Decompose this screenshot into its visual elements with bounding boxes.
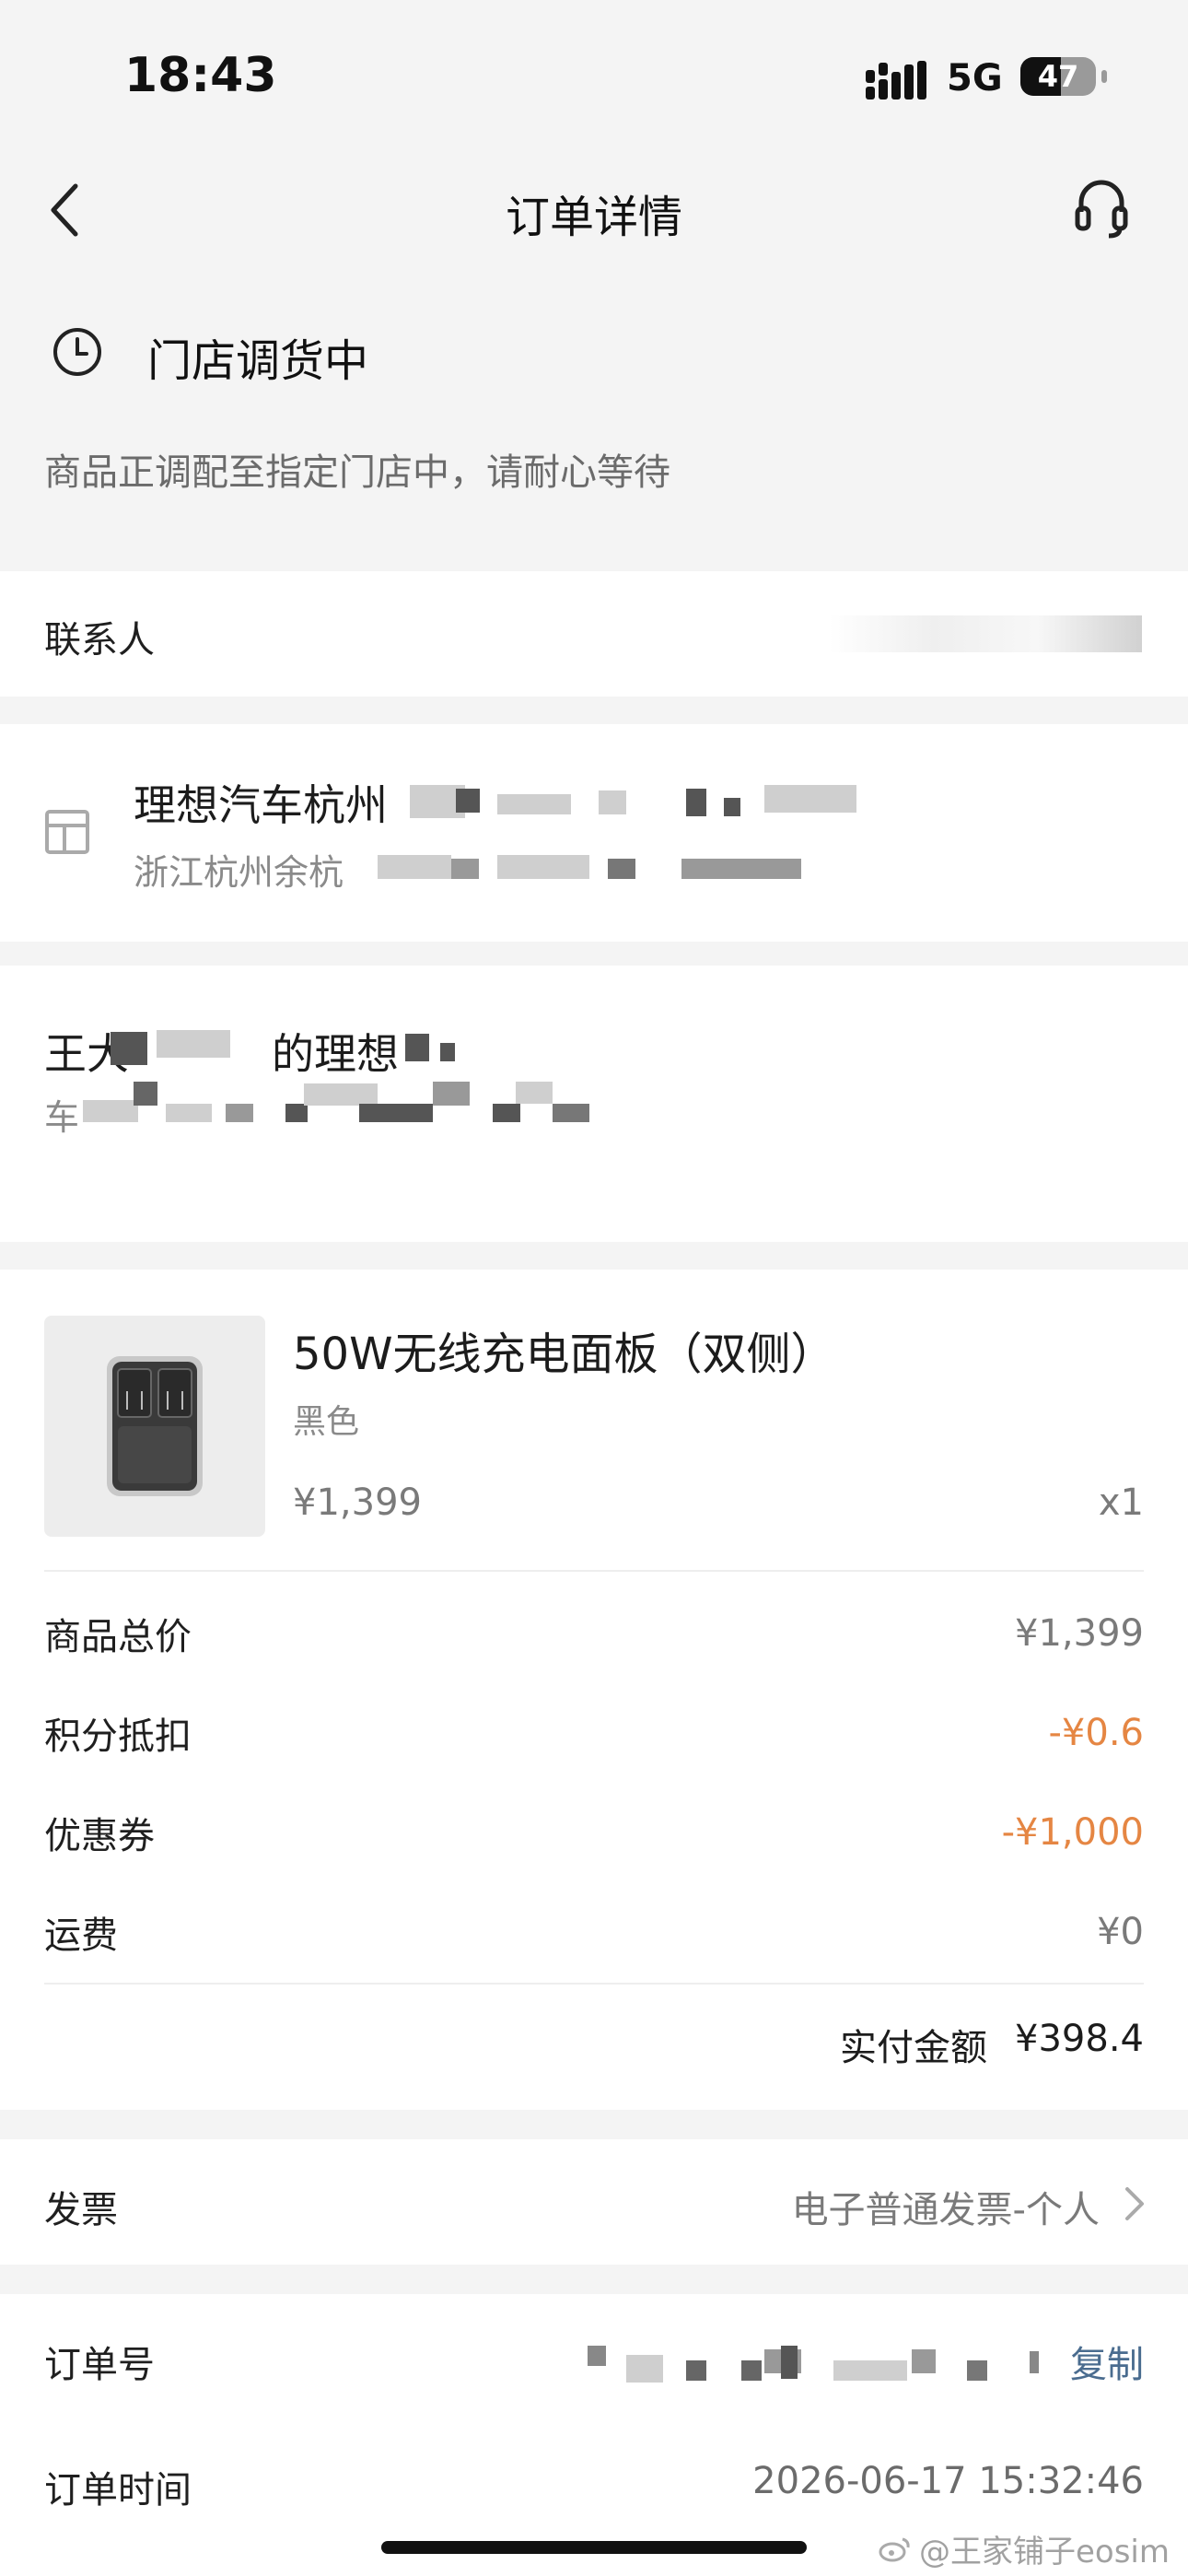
- paid-value: ¥398.4: [1015, 2018, 1144, 2060]
- battery-icon: 47: [1020, 57, 1096, 96]
- network-label: 5G: [947, 57, 1003, 100]
- store-name: 理想汽车杭州: [134, 780, 388, 830]
- store-address: 浙江杭州余杭: [134, 852, 344, 893]
- price-row-label: 积分抵扣: [44, 1715, 192, 1758]
- price-row-label: 优惠券: [44, 1815, 155, 1857]
- price-row-coupon: 优惠券 -¥1,000: [44, 1800, 1144, 1865]
- watermark: @王家铺子eosim: [879, 2526, 1170, 2571]
- vehicle-plate-prefix: 车: [44, 1097, 80, 1138]
- product-image[interactable]: [44, 1316, 265, 1537]
- contact-card: 联系人: [0, 571, 1188, 697]
- store-icon: [45, 810, 89, 854]
- watermark-text: @王家铺子eosim: [919, 2534, 1170, 2570]
- price-row-label: 商品总价: [44, 1616, 192, 1658]
- weibo-icon: [879, 2537, 910, 2561]
- price-row-shipping: 运费 ¥0: [44, 1900, 1144, 1964]
- price-row-total: 商品总价 ¥1,399: [44, 1601, 1144, 1666]
- charging-panel-image: [107, 1356, 203, 1496]
- vehicle-name-suffix: 的理想: [272, 1029, 399, 1079]
- product-variant: 黑色: [293, 1403, 360, 1441]
- copy-button[interactable]: 复制: [1070, 2335, 1144, 2388]
- clock-icon: [53, 328, 101, 376]
- order-number-label: 订单号: [44, 2344, 155, 2386]
- divider: [44, 1570, 1144, 1572]
- signal-icon: [866, 61, 926, 100]
- nav-bar: 订单详情: [0, 157, 1188, 267]
- product-price: ¥1,399: [293, 1481, 422, 1524]
- paid-label: 实付金额: [840, 2027, 988, 2069]
- headset-icon[interactable]: [1074, 177, 1129, 240]
- chevron-right-icon: [1125, 2187, 1144, 2220]
- status-title: 门店调货中: [147, 335, 369, 387]
- order-items-card: 50W无线充电面板（双侧） 黑色 ¥1,399 x1 商品总价 ¥1,399 积…: [0, 1270, 1188, 2110]
- invoice-row[interactable]: 发票 电子普通发票-个人: [0, 2139, 1188, 2265]
- status-description: 商品正调配至指定门店中，请耐心等待: [44, 451, 670, 494]
- invoice-label: 发票: [44, 2189, 118, 2231]
- order-status: 门店调货中 商品正调配至指定门店中，请耐心等待: [0, 304, 1188, 507]
- paid-total: 实付金额 ¥398.4: [840, 2018, 1144, 2071]
- price-row-value: -¥1,000: [1001, 1811, 1144, 1854]
- store-card[interactable]: 理想汽车杭州 浙江杭州余杭: [0, 724, 1188, 942]
- order-time-value: 2026-06-17 15:32:46: [752, 2460, 1144, 2502]
- contact-label: 联系人: [44, 619, 155, 662]
- price-row-value: ¥1,399: [1015, 1612, 1144, 1655]
- product-name[interactable]: 50W无线充电面板（双侧）: [293, 1317, 835, 1382]
- battery-level: 47: [1037, 59, 1079, 94]
- price-row-value: ¥0: [1097, 1911, 1144, 1953]
- price-row-value: -¥0.6: [1048, 1712, 1145, 1754]
- status-time: 18:43: [124, 48, 277, 103]
- product-quantity: x1: [1098, 1481, 1144, 1524]
- divider: [44, 1983, 1144, 1985]
- status-bar: 18:43 5G 47: [0, 0, 1188, 147]
- order-time-label: 订单时间: [44, 2469, 192, 2512]
- price-row-label: 运费: [44, 1914, 118, 1957]
- contact-value-blurred: [829, 615, 1142, 652]
- page-title: 订单详情: [505, 192, 682, 243]
- invoice-value: 电子普通发票-个人: [791, 2189, 1100, 2231]
- price-row-points: 积分抵扣 -¥0.6: [44, 1701, 1144, 1765]
- vehicle-card: 王大 的理想 车: [0, 966, 1188, 1242]
- home-indicator: [381, 2541, 807, 2554]
